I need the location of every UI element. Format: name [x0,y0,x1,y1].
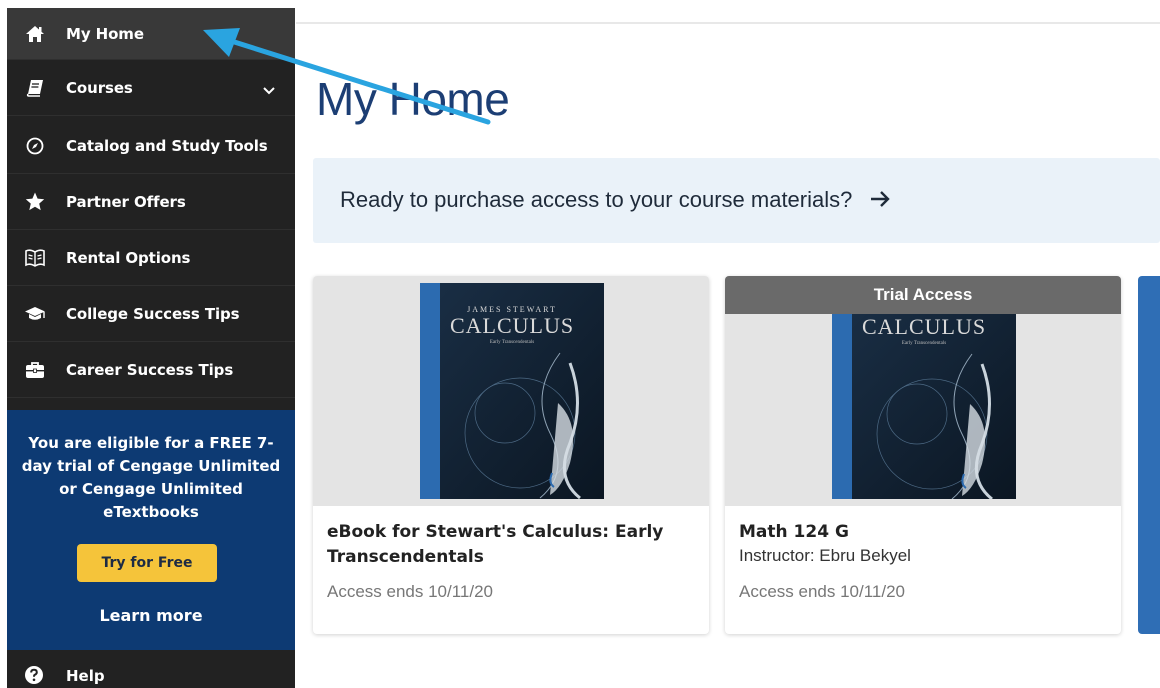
sidebar-item-label: Rental Options [66,248,191,267]
card-title[interactable]: eBook for Stewart's Calculus: Early Tran… [327,520,697,570]
card-title[interactable]: Math 124 G [739,520,1109,545]
arrow-right-icon [870,187,891,213]
sidebar-item-courses[interactable]: Courses [7,60,295,116]
compass-icon [24,135,46,157]
trial-access-badge: Trial Access [725,276,1121,314]
sidebar-item-label: Career Success Tips [66,360,234,379]
sidebar-item-college-success[interactable]: College Success Tips [7,286,295,342]
sidebar-item-label: My Home [66,24,144,43]
course-card[interactable]: CALCULUS Early Transcendentals Trial Acc… [725,276,1121,634]
top-bar [296,0,1160,24]
purchase-banner[interactable]: Ready to purchase access to your course … [313,158,1160,243]
cover-title: CALCULUS [449,313,575,338]
chevron-down-icon[interactable] [263,80,275,99]
promo-text: You are eligible for a FREE 7-day trial … [21,434,281,521]
access-date: Access ends 10/11/20 [327,582,494,601]
sidebar-item-rental-options[interactable]: Rental Options [7,230,295,286]
course-card[interactable]: JAMES STEWART CALCULUS Early Transcenden… [313,276,709,634]
briefcase-icon [24,359,46,381]
sidebar-item-label: Help [66,667,105,685]
sidebar: My Home Courses Catalog and Study Tools … [7,8,295,688]
cover-subtitle: Early Transcendentals [489,340,535,345]
open-book-icon [24,247,46,269]
cover-subtitle: Early Transcendentals [901,341,947,346]
try-for-free-button[interactable]: Try for Free [77,544,217,582]
sidebar-item-career-success[interactable]: Career Success Tips [7,342,295,398]
instructor-name: Instructor: Ebru Bekyel [739,546,911,565]
home-icon [24,23,46,45]
book-cover-image: JAMES STEWART CALCULUS Early Transcenden… [420,283,604,499]
book-cover-image: CALCULUS Early Transcendentals [832,314,1016,499]
page-title: My Home [316,73,510,125]
trial-promo: You are eligible for a FREE 7-day trial … [7,410,295,650]
cover-title: CALCULUS [861,314,987,339]
banner-text: Ready to purchase access to your course … [340,187,853,212]
sidebar-item-label: Catalog and Study Tools [66,136,268,155]
sidebar-item-my-home[interactable]: My Home [7,8,295,60]
sidebar-item-label: College Success Tips [66,304,240,323]
course-card-partial[interactable] [1138,276,1160,634]
sidebar-item-label: Courses [66,78,133,97]
learn-more-link[interactable]: Learn more [7,606,295,625]
graduation-cap-icon [24,303,46,325]
access-date: Access ends 10/11/20 [739,582,906,601]
sidebar-item-label: Partner Offers [66,192,186,211]
sidebar-item-partner-offers[interactable]: Partner Offers [7,174,295,230]
book-icon [24,77,46,99]
sidebar-item-help[interactable]: Help [7,656,295,688]
sidebar-item-catalog[interactable]: Catalog and Study Tools [7,118,295,174]
star-icon [24,191,46,213]
question-circle-icon [24,665,44,688]
